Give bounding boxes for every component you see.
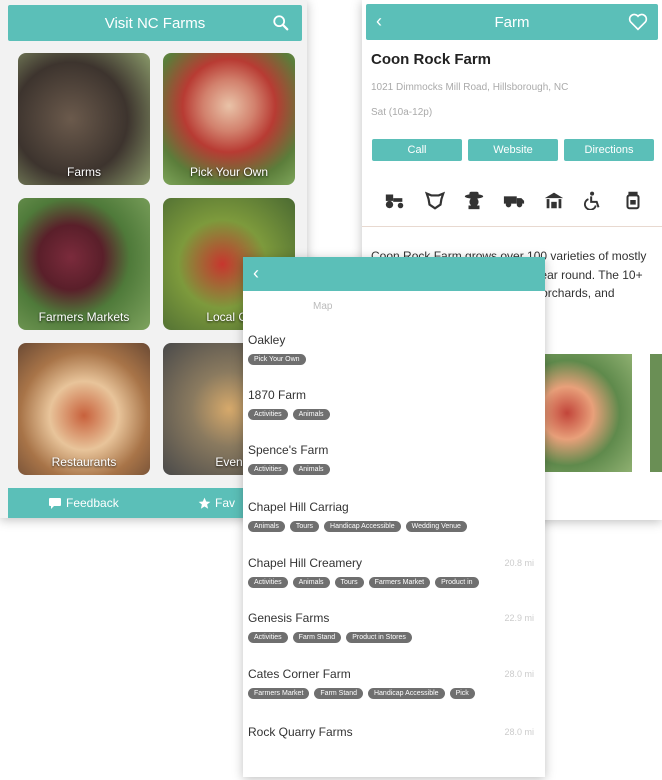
farm-tag: Handicap Accessible [367,688,445,699]
farm-tag-list: Animals Tours Handicap Accessible Wedding V… [248,521,540,532]
favorites-label: Fav [215,496,236,510]
farm-tag-list: Activities Animals [248,409,540,420]
directions-button[interactable]: Directions [564,139,654,161]
back-chevron-icon[interactable]: ‹ [376,11,382,32]
farm-list-name: Cates Corner Farm [248,667,351,681]
category-tile-farms[interactable]: Farms [18,53,150,185]
farm-tag: Wedding Venue [405,521,467,532]
home-header: Visit NC Farms [8,5,302,41]
map-tab[interactable]: Map [313,301,332,312]
category-tile-farmers-markets[interactable]: Farmers Markets [18,198,150,330]
farm-list-item[interactable]: Cates Corner Farm 28.0 mi Farmers Market Fa… [248,667,540,699]
farm-list-item[interactable]: Oakley Pick Your Own [248,333,540,365]
jar-icon [626,191,640,210]
farm-list-item[interactable]: Chapel Hill Carriag Animals Tours Handicap … [248,500,540,532]
farm-list-name: 1870 Farm [248,388,307,402]
truck-icon [503,196,525,208]
farm-list-distance: 28.0 mi [504,669,534,679]
farm-photo[interactable] [650,354,662,472]
farm-tag: Product in [435,577,479,588]
home-title: Visit NC Farms [104,14,206,32]
section-divider [362,226,662,227]
farm-tag: Farmers Market [248,688,310,699]
farm-list-name: Spence's Farm [248,443,329,457]
back-chevron-icon[interactable]: ‹ [253,263,259,284]
farm-tag-list: Activities Animals Tours Farmers Market Prod… [248,577,540,588]
farm-list-name: Oakley [248,333,286,347]
farm-tag: Pick Your Own [248,354,306,365]
farm-tag: Animals [292,409,330,420]
farm-tag-list: Activities Animals [248,464,540,475]
farm-tag: Activities [248,464,288,475]
category-tile-restaurants[interactable]: Restaurants [18,343,150,475]
farmer-icon [465,191,484,210]
call-button[interactable]: Call [372,139,462,161]
farm-name: Coon Rock Farm [371,51,492,68]
tile-label: Pick Your Own [189,165,269,179]
farm-tag: Product in Stores [346,632,412,643]
website-button[interactable]: Website [468,139,558,161]
farm-list-name: Chapel Hill Creamery [248,556,363,570]
farm-tag: Animals [248,521,285,532]
farm-tag: Pick [449,688,475,699]
farm-list-name: Chapel Hill Carriag [248,500,349,514]
farm-tag-list: Farmers Market Farm Stand Handicap Accessi… [248,688,540,699]
feedback-button[interactable]: Feedback [48,496,119,510]
list-header: ‹ [243,257,545,291]
animal-icon [424,191,445,210]
farm-tag: Farm Stand [314,688,363,699]
farm-list-item[interactable]: 1870 Farm Activities Animals [248,388,540,420]
chat-icon [49,498,61,509]
farm-tag: Tours [289,521,320,532]
farm-list-distance: 28.0 mi [504,727,534,737]
tractor-icon [385,194,404,209]
farm-tag: Tours [334,577,364,588]
farm-tag: Activities [248,577,288,588]
farm-list-distance: 22.9 mi [504,613,534,623]
farm-tag: Farmers Market [368,577,431,588]
farm-list-name: Genesis Farms [248,611,330,625]
farm-tag-list: Pick Your Own [248,354,540,365]
farm-header-title: Farm [494,13,530,31]
farm-list-distance: 20.8 mi [504,558,534,568]
farm-address[interactable]: 1021 Dimmocks Mill Road, Hillsborough, N… [371,82,568,93]
farm-tag-list: Activities Farm Stand Product in Stores [248,632,540,643]
amenity-icons [384,190,644,210]
farm-tag: Activities [248,632,288,643]
farm-tag: Animals [292,464,330,475]
heart-icon[interactable] [628,13,648,31]
farm-tag: Farm Stand [292,632,342,643]
farm-list-name: Rock Quarry Farms [248,725,353,739]
favorites-button[interactable]: Fav [198,496,235,510]
star-icon [198,497,211,509]
market-stand-icon [544,192,563,209]
farm-list-item[interactable]: Genesis Farms 22.9 mi Activities Farm Stand… [248,611,540,643]
farm-list-item[interactable]: Chapel Hill Creamery 20.8 mi Activities Ani… [248,556,540,588]
search-icon[interactable] [272,14,290,32]
farm-list-item[interactable]: Spence's Farm Activities Animals [248,443,540,475]
category-tile-pick-your-own[interactable]: Pick Your Own [163,53,295,185]
farm-tag: Animals [292,577,330,588]
farm-list-item[interactable]: Rock Quarry Farms 28.0 mi [248,725,540,739]
wheelchair-icon [584,191,600,210]
tile-label: Farms [67,165,101,179]
farm-list-screen: ‹ Map Oakley Pick Your Own 1870 Farm Activi… [243,257,545,777]
farm-header: ‹ Farm [366,4,658,40]
farm-tag: Activities [248,409,288,420]
farm-hours: Sat (10a-12p) [371,107,433,118]
farm-tag: Handicap Accessible [324,521,401,532]
feedback-label: Feedback [66,496,119,510]
tile-label: Restaurants [51,455,117,469]
tile-label: Farmers Markets [38,310,130,324]
